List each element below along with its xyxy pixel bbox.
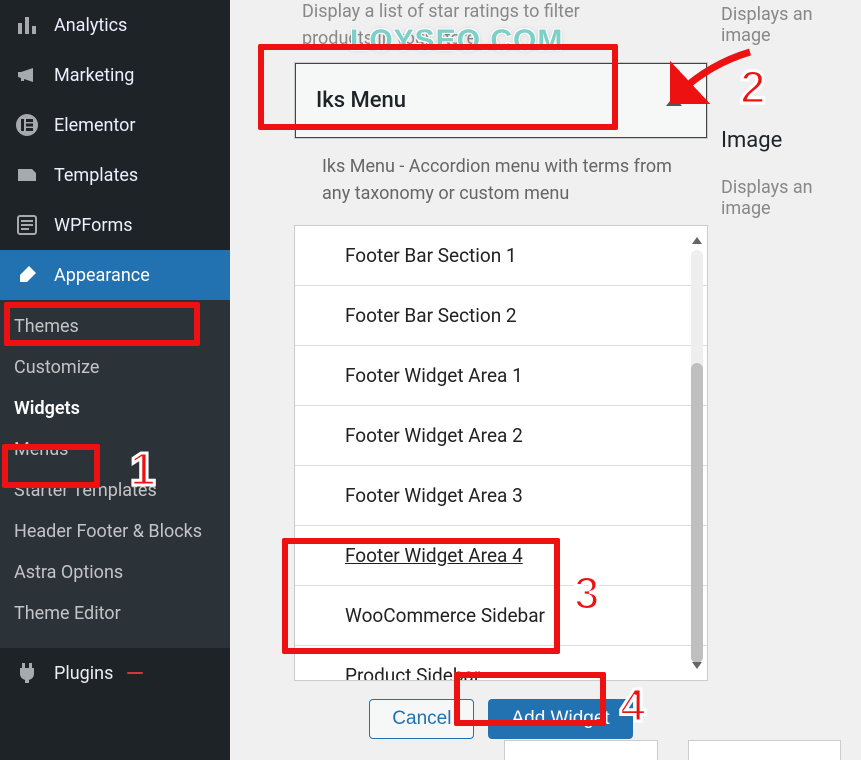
widget-chooser: Iks Menu — [294, 62, 708, 139]
sidebar-item-label: WPForms — [54, 215, 133, 236]
sidebar-item-plugins[interactable]: Plugins — [0, 648, 230, 698]
sidebar-item-label: Templates — [54, 165, 138, 186]
watermark-text: LOYSEO.COM — [350, 24, 563, 58]
submenu-astra-options[interactable]: Astra Options — [0, 552, 230, 593]
wpforms-icon — [14, 212, 40, 238]
appearance-submenu: Themes Customize Widgets Menus Starter T… — [0, 300, 230, 648]
megaphone-icon — [14, 62, 40, 88]
sidebar-item-elementor[interactable]: Elementor — [0, 100, 230, 150]
collapse-up-icon — [666, 96, 682, 106]
widget-description: Iks Menu - Accordion menu with terms fro… — [294, 139, 708, 225]
sidebar-item-wpforms[interactable]: WPForms — [0, 200, 230, 250]
area-option[interactable]: Footer Widget Area 1 — [295, 346, 707, 406]
submenu-widgets[interactable]: Widgets — [0, 388, 230, 429]
widget-actions: Cancel Add Widget — [294, 699, 708, 739]
widget-title: Iks Menu — [316, 88, 406, 113]
adjacent-widget-title: Image — [721, 104, 861, 177]
submenu-customize[interactable]: Customize — [0, 347, 230, 388]
content-area: Display a list of star ratings to filter… — [230, 0, 861, 760]
admin-sidebar: Analytics Marketing Elementor Templates … — [0, 0, 230, 760]
elementor-icon — [14, 112, 40, 138]
widget-chooser-header[interactable]: Iks Menu — [295, 63, 707, 138]
plugins-icon — [14, 660, 40, 686]
scroll-up-icon[interactable] — [692, 234, 702, 244]
area-option[interactable]: Product Sidebar — [295, 646, 707, 681]
area-list-scrollbar[interactable] — [689, 228, 705, 678]
sidebar-item-label: Analytics — [54, 15, 127, 36]
sidebar-item-label: Marketing — [54, 65, 134, 86]
area-option[interactable]: Footer Bar Section 1 — [295, 226, 707, 286]
area-option[interactable]: Footer Widget Area 3 — [295, 466, 707, 526]
cancel-button[interactable]: Cancel — [369, 699, 474, 739]
sidebar-item-templates[interactable]: Templates — [0, 150, 230, 200]
submenu-theme-editor[interactable]: Theme Editor — [0, 593, 230, 634]
sidebar-item-appearance[interactable]: Appearance — [0, 250, 230, 300]
widget-box-placeholder[interactable] — [688, 740, 842, 760]
adjacent-widget-desc: Displays an image — [721, 177, 861, 219]
area-option[interactable]: Footer Widget Area 2 — [295, 406, 707, 466]
area-option[interactable]: WooCommerce Sidebar — [295, 586, 707, 646]
analytics-icon — [14, 12, 40, 38]
area-option[interactable]: Footer Widget Area 4 — [295, 526, 707, 586]
submenu-header-footer-blocks[interactable]: Header Footer & Blocks — [0, 511, 230, 552]
submenu-starter-templates[interactable]: Starter Templates — [0, 470, 230, 511]
submenu-menus[interactable]: Menus — [0, 429, 230, 470]
sidebar-item-label: Elementor — [54, 115, 136, 136]
adjacent-widget-desc: Displays an image — [721, 4, 861, 46]
area-option[interactable]: Footer Bar Section 2 — [295, 286, 707, 346]
sidebar-item-marketing[interactable]: Marketing — [0, 50, 230, 100]
submenu-themes[interactable]: Themes — [0, 306, 230, 347]
add-widget-button[interactable]: Add Widget — [488, 699, 632, 739]
templates-icon — [14, 162, 40, 188]
widget-area-list: Footer Bar Section 1 Footer Bar Section … — [294, 225, 708, 681]
sidebar-item-analytics[interactable]: Analytics — [0, 0, 230, 50]
scroll-down-icon[interactable] — [692, 662, 702, 672]
scroll-thumb[interactable] — [691, 363, 703, 663]
brush-icon — [14, 262, 40, 288]
widget-box-placeholder[interactable] — [504, 740, 658, 760]
bottom-widget-boxes — [504, 740, 841, 760]
adjacent-widget-column: Displays an image Image Displays an imag… — [721, 0, 861, 219]
sidebar-item-label: Appearance — [54, 265, 150, 286]
sidebar-item-label: Plugins — [54, 663, 113, 684]
plugins-update-badge — [127, 672, 143, 674]
